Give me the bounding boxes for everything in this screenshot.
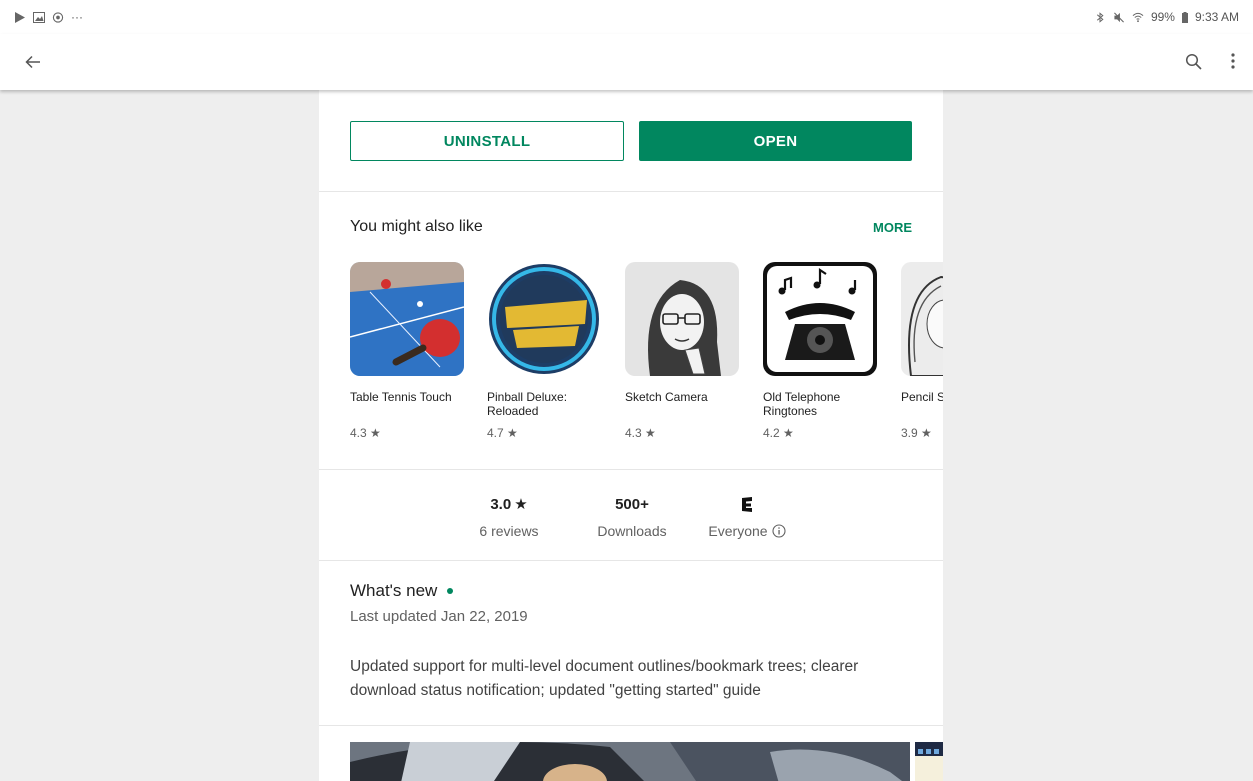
app-details-card: UNINSTALL OPEN You might also like MORE … (319, 90, 943, 781)
app-screenshot[interactable] (350, 742, 910, 781)
downloads-value: 500+ (615, 495, 649, 513)
more-notifications-indicator: ··· (71, 10, 83, 24)
esrb-e-icon (742, 496, 752, 512)
table-tennis-app-icon (350, 262, 464, 376)
review-count: 6 reviews (479, 523, 539, 539)
similar-app-rating: 4.3 ★ (625, 426, 656, 440)
pencil-sketch-app-icon (901, 262, 943, 376)
section-divider (319, 725, 943, 726)
more-vert-icon (1231, 53, 1235, 69)
app-screenshot[interactable] (915, 742, 943, 781)
similar-app-rating: 4.2 ★ (763, 426, 794, 440)
gallery-notification-icon (33, 11, 45, 23)
similar-app-rating: 4.7 ★ (487, 426, 518, 440)
section-divider (319, 469, 943, 470)
similar-app-name: Sketch Camera (625, 390, 708, 404)
sync-notification-icon (52, 11, 64, 23)
app-bar (0, 34, 1253, 90)
rating-value: 3.0 (490, 495, 512, 513)
similar-app-name: Pinball Deluxe: Reloaded (487, 390, 568, 418)
bluetooth-icon (1096, 11, 1104, 23)
similar-app-card[interactable]: Old Telephone Ringtones 4.2 ★ (763, 262, 881, 440)
status-bar: ··· 99% 9:33 AM (0, 0, 1253, 34)
back-button[interactable] (20, 49, 46, 75)
similar-app-card[interactable]: Sketch Camera 4.3 ★ (625, 262, 743, 440)
old-telephone-app-icon (763, 262, 877, 376)
pinball-deluxe-app-icon (487, 262, 601, 376)
star-icon: ★ (514, 496, 528, 513)
search-icon (1185, 53, 1202, 70)
open-button[interactable]: OPEN (639, 121, 912, 161)
whats-new-title[interactable]: What's new (350, 581, 454, 601)
content-rating-label: Everyone (697, 523, 797, 539)
similar-app-rating: 3.9 ★ (901, 426, 932, 440)
section-divider (319, 191, 943, 192)
rating-stat[interactable]: 3.0 ★ 6 reviews (469, 494, 549, 540)
battery-percent: 99% (1150, 10, 1175, 24)
status-bar-left: ··· (14, 10, 83, 24)
section-divider (319, 560, 943, 561)
content-rating-text: Everyone (708, 523, 768, 539)
similar-app-card[interactable]: Pinball Deluxe: Reloaded 4.7 ★ (487, 262, 605, 440)
similar-app-name: Old Telephone Ringtones (763, 390, 841, 418)
similar-app-name: Pencil Sketch (901, 390, 943, 404)
more-link[interactable]: MORE (873, 220, 912, 235)
rating-stat-value: 3.0 ★ (469, 494, 549, 514)
info-icon[interactable] (772, 524, 786, 538)
content-rating-stat[interactable]: Everyone (697, 494, 797, 539)
downloads-label: Downloads (597, 523, 667, 539)
whats-new-body: Updated support for multi-level document… (350, 658, 859, 699)
overflow-menu-button[interactable] (1222, 48, 1244, 74)
sketch-camera-app-icon (625, 262, 739, 376)
downloads-stat: 500+ Downloads (587, 494, 677, 540)
uninstall-button[interactable]: UNINSTALL (350, 121, 624, 161)
battery-icon (1181, 11, 1188, 23)
search-button[interactable] (1180, 48, 1206, 74)
content-rating-badge (697, 494, 797, 514)
whats-new-heading: What's new (350, 581, 438, 600)
similar-app-rating: 4.3 ★ (350, 426, 381, 440)
mute-icon (1113, 12, 1124, 22)
wifi-icon (1132, 12, 1144, 22)
status-bar-right: 99% 9:33 AM (1094, 10, 1239, 24)
similar-app-card[interactable]: Table Tennis Touch 4.3 ★ (350, 262, 468, 440)
last-updated-date: Last updated Jan 22, 2019 (350, 608, 528, 625)
new-indicator-dot (447, 588, 454, 594)
similar-app-name: Table Tennis Touch (350, 390, 452, 404)
back-arrow-icon (25, 55, 40, 69)
clock: 9:33 AM (1194, 10, 1239, 24)
similar-app-card[interactable]: Pencil Sketch 3.9 ★ (901, 262, 943, 440)
similar-apps-title: You might also like (350, 218, 483, 235)
play-store-notification-icon (15, 11, 25, 23)
